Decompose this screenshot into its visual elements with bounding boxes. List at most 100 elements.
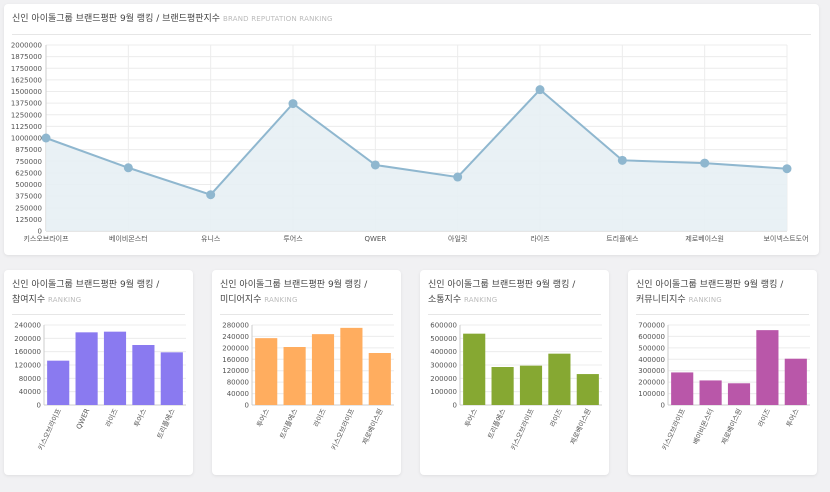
community-y-tick-7: 700000 [638,322,665,330]
brand-y-tick-11: 1375000 [11,100,42,108]
participation-y-tick-3: 120000 [14,362,41,370]
brand-x-label-4: QWER [364,235,386,243]
communication-bar-chart: 0 100000 200000 300000 400000 500000 600000 투어스… [430,322,602,452]
media-bar-2 [311,334,335,405]
brand-area-fill [46,89,787,231]
brand-y-tick-15: 1875000 [11,53,42,61]
media-y-tick-3: 120000 [222,367,249,375]
communication-y-tick-0: 0 [453,402,457,410]
participation-x-label-1: QWER [75,407,91,430]
media-y-tick-7: 280000 [222,322,249,330]
community-bar-2 [727,383,751,405]
brand-y-tick-6: 750000 [15,158,42,166]
brand-y-tick-14: 1750000 [11,65,42,73]
participation-x-label-3: 투어스 [132,407,149,429]
brand-point-8 [700,158,710,168]
participation-bar-3 [132,345,155,405]
community-bar-3 [756,330,779,405]
media-card: 신인 아이돌그룹 브랜드평판 9월 랭킹 / 미디어지수 RANKING 0 40… [212,270,401,475]
communication-card: 신인 아이돌그룹 브랜드평판 9월 랭킹 / 소통지수 RANKING 0 100… [420,270,609,475]
brand-y-tick-13: 1625000 [11,76,42,84]
participation-bar-2 [103,331,127,405]
communication-x-label-4: 제로베이스원 [568,407,592,446]
community-y-tick-6: 600000 [638,333,665,341]
brand-point-0 [41,133,51,143]
media-y-tick-1: 40000 [227,390,249,398]
communication-bar-0 [463,333,486,405]
media-y-tick-0: 0 [245,402,249,410]
participation-bar-4 [160,352,183,405]
participation-y-tick-2: 80000 [19,375,41,383]
communication-x-label-1: 트리플에스 [486,407,508,440]
participation-x-label-0: 키스오브라이프 [36,407,63,452]
participation-x-label-2: 라이즈 [103,407,120,429]
communication-bar-2 [519,365,543,405]
participation-bar-1 [75,332,98,405]
community-bar-0 [671,372,694,405]
brand-point-7 [617,155,627,165]
brand-y-tick-16: 2000000 [11,42,42,50]
communication-bar-1 [491,367,514,405]
brand-x-label-0: 키스오브라이프 [23,234,69,243]
participation-x-label-4: 트리플에스 [155,407,177,440]
brand-y-tick-7: 875000 [15,146,42,154]
community-x-label-2: 제로베이스원 [719,407,743,446]
community-x-label-3: 라이즈 [756,407,773,429]
community-bar-1 [699,380,722,405]
brand-x-label-2: 유니스 [201,234,221,243]
media-bar-chart: 0 40000 80000 120000 160000 200000 240000 28000… [222,322,394,452]
community-bar-4 [784,358,807,405]
media-bar-0 [255,338,278,405]
brand-y-tick-2: 250000 [15,204,42,212]
communication-y-tick-3: 300000 [430,362,457,370]
brand-reputation-line-chart: 0125000250000375000500000625000750000875… [11,42,809,244]
brand-reputation-card: 신인 아이돌그룹 브랜드평판 9월 랭킹 / 브랜드평판지수 BRAND REP… [4,4,819,255]
communication-y-tick-2: 200000 [430,375,457,383]
participation-bar-0 [47,360,70,405]
participation-y-tick-4: 160000 [14,348,41,356]
brand-point-9 [782,164,792,174]
communication-y-tick-1: 100000 [430,388,457,396]
brand-y-tick-4: 500000 [15,181,42,189]
community-bar-chart: 0 100000 200000 300000 400000 500000 600000 700… [638,322,810,452]
participation-card: 신인 아이돌그룹 브랜드평판 9월 랭킹 / 참여지수 RANKING 0 400… [4,270,193,475]
media-x-label-3: 키스오브라이프 [329,407,356,452]
brand-point-4 [370,160,380,170]
community-y-tick-2: 200000 [638,379,665,387]
communication-x-label-3: 라이즈 [548,407,565,429]
community-x-label-4: 투어스 [784,407,801,429]
brand-x-label-5: 아일릿 [448,234,467,243]
brand-y-tick-3: 375000 [15,193,42,201]
brand-point-5 [453,172,463,182]
participation-y-tick-1: 40000 [19,388,41,396]
communication-bar-3 [548,353,571,405]
media-x-label-2: 라이즈 [311,407,328,429]
participation-y-tick-0: 0 [37,402,41,410]
brand-x-label-3: 투어스 [283,234,303,243]
community-y-tick-3: 300000 [638,367,665,375]
brand-point-2 [206,190,216,200]
communication-x-label-2: 키스오브라이프 [509,407,536,452]
community-y-tick-5: 500000 [638,344,665,352]
communication-x-label-0: 투어스 [463,407,480,429]
community-y-tick-1: 100000 [638,390,665,398]
communication-bar-4 [576,374,599,405]
media-y-tick-2: 80000 [227,379,249,387]
communication-y-tick-4: 400000 [430,348,457,356]
brand-point-6 [535,85,545,95]
community-y-tick-0: 0 [661,402,665,410]
participation-bar-chart: 0 40000 80000 120000 160000 200000 240000 키스오브라… [14,322,186,452]
media-x-label-1: 트리플에스 [278,407,300,440]
brand-y-tick-8: 1000000 [11,135,42,143]
media-bar-4 [368,353,391,405]
brand-y-tick-1: 125000 [15,216,42,224]
media-y-tick-5: 200000 [222,344,249,352]
community-x-label-1: 베이비몬스터 [691,407,715,446]
brand-point-1 [123,163,133,173]
brand-x-label-1: 베이비몬스터 [109,234,148,243]
media-y-tick-6: 240000 [222,333,249,341]
brand-x-label-9: 보이넥스트도어 [763,234,808,243]
brand-y-tick-5: 625000 [15,169,42,177]
brand-point-3 [288,99,298,109]
communication-y-tick-5: 500000 [430,335,457,343]
